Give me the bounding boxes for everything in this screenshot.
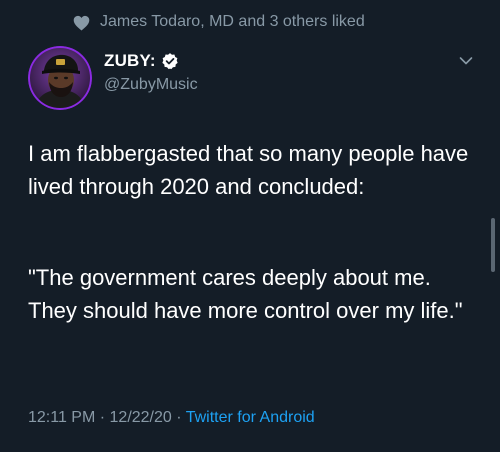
social-context: James Todaro, MD and 3 others liked <box>0 8 500 38</box>
tweet-time[interactable]: 12:11 PM <box>28 409 95 426</box>
avatar[interactable] <box>28 46 92 110</box>
tweet-date[interactable]: 12/22/20 <box>110 409 172 426</box>
tweet-text-paragraph-1: I am flabbergasted that so many people h… <box>28 141 469 199</box>
tweet-text-paragraph-2: "The government cares deeply about me. T… <box>28 265 463 323</box>
author-name-row[interactable]: ZUBY: <box>104 50 179 72</box>
author-display-name[interactable]: ZUBY: <box>104 51 156 71</box>
scrollbar-thumb[interactable] <box>491 218 495 272</box>
meta-separator: · <box>95 409 110 426</box>
liked-by-text[interactable]: James Todaro, MD and 3 others liked <box>100 13 365 31</box>
chevron-down-icon[interactable] <box>459 56 473 66</box>
tweet-meta: 12:11 PM · 12/22/20 · Twitter for Androi… <box>28 409 315 427</box>
meta-separator: · <box>171 409 186 426</box>
tweet-source-link[interactable]: Twitter for Android <box>186 409 315 426</box>
heart-icon <box>73 15 90 31</box>
verified-badge-icon <box>162 53 178 70</box>
author-handle[interactable]: @ZubyMusic <box>104 76 198 94</box>
avatar-image <box>28 46 92 110</box>
tweet-card: James Todaro, MD and 3 others liked ZUBY… <box>0 0 500 452</box>
